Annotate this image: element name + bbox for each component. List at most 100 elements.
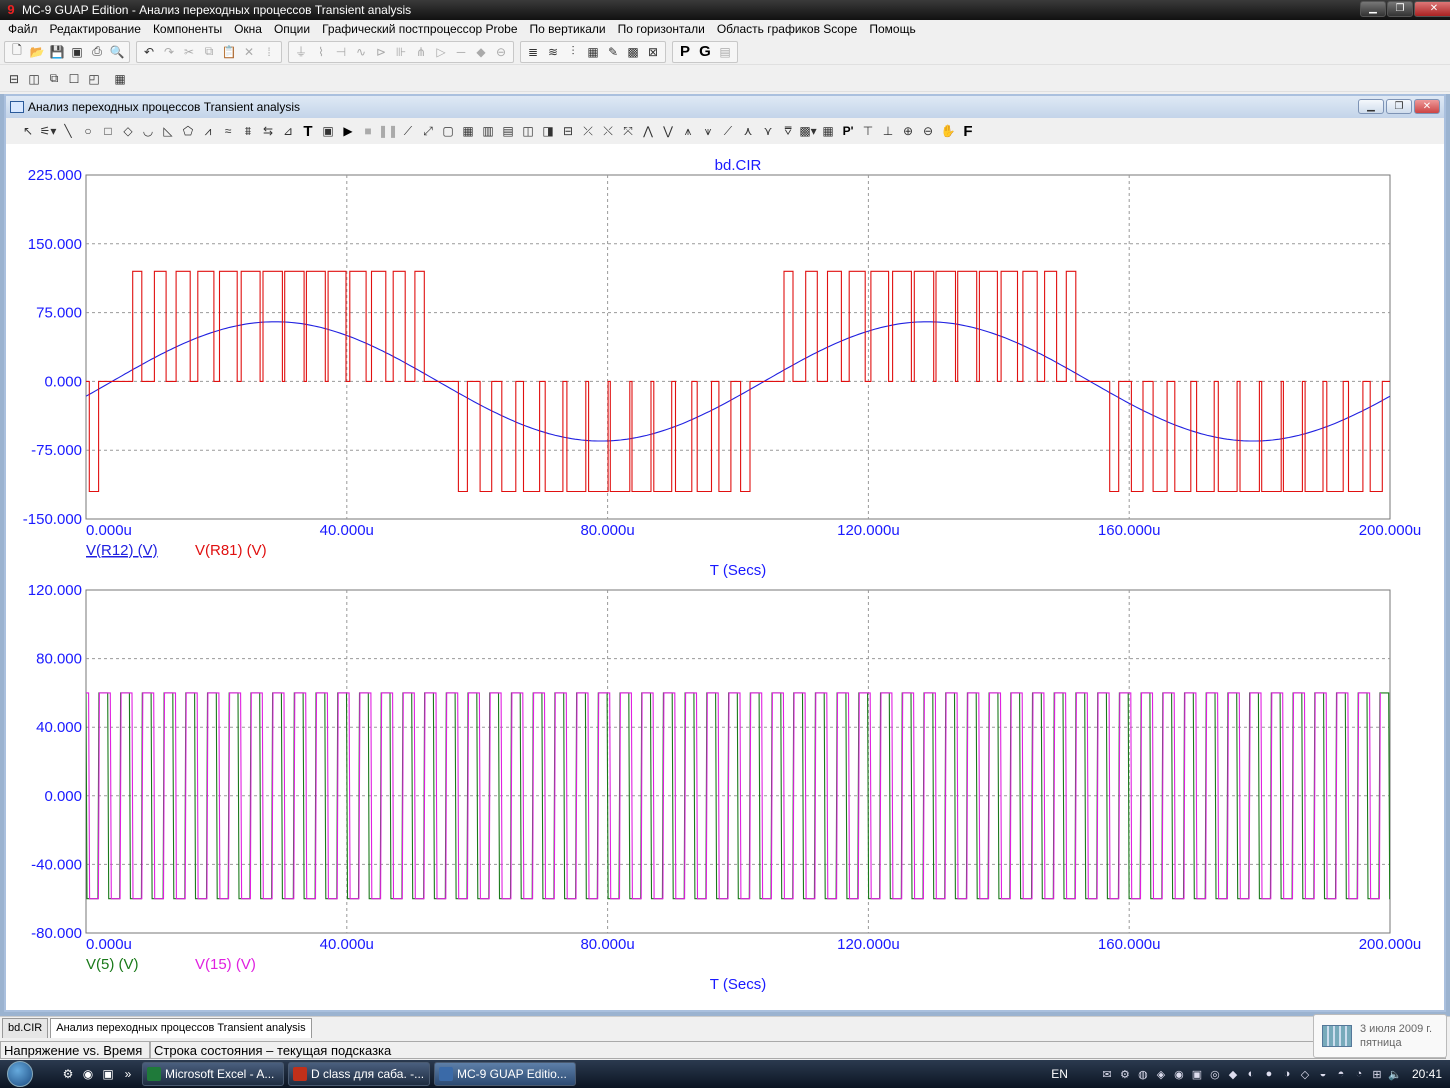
paste-icon[interactable]: 📋	[219, 43, 239, 61]
tray-app14-icon[interactable]: ◔	[1350, 1068, 1368, 1081]
print-preview-icon[interactable]: 🔍	[107, 43, 127, 61]
mail-icon[interactable]: ✉	[1098, 1068, 1116, 1081]
tray-app11-icon[interactable]: ◇	[1296, 1068, 1314, 1081]
tag-right-icon[interactable]: ⊥	[878, 122, 898, 140]
redo-icon[interactable]: ↷	[159, 43, 179, 61]
low-icon[interactable]: ⊿	[278, 122, 298, 140]
triangle-icon[interactable]: ◺	[158, 122, 178, 140]
data-points-icon[interactable]: ◨	[538, 122, 558, 140]
p-probe-icon[interactable]: P'	[838, 122, 858, 140]
global-high-icon[interactable]: ⟋	[718, 122, 738, 140]
undo-icon[interactable]: ↶	[139, 43, 159, 61]
scale-icon[interactable]: ▤	[498, 122, 518, 140]
table-icon[interactable]: ▤	[715, 43, 735, 61]
cascade-icon[interactable]: ⧉	[44, 70, 64, 88]
attribute-icon[interactable]: ✎	[603, 43, 623, 61]
quicklaunch-more-icon[interactable]: »	[118, 1064, 138, 1084]
tray-app7-icon[interactable]: ◆	[1224, 1068, 1242, 1081]
child-minimize-button[interactable]: ▁	[1358, 99, 1384, 114]
tray-app12-icon[interactable]: ◒	[1314, 1068, 1332, 1081]
resistor-icon[interactable]: ⌇	[311, 43, 331, 61]
menu-file[interactable]: Файл	[2, 22, 44, 36]
next-point-icon[interactable]: ⤫	[578, 122, 598, 140]
pin-connections-icon[interactable]: ⫶	[563, 43, 583, 61]
node-icon[interactable]: ◆	[471, 43, 491, 61]
quicklaunch-browser-icon[interactable]: ◉	[78, 1064, 98, 1084]
menu-windows[interactable]: Окна	[228, 22, 268, 36]
probe-icon[interactable]: ⊠	[643, 43, 663, 61]
task-dclass[interactable]: D class для саба. -...	[288, 1062, 430, 1086]
minimize-button[interactable]: ▁	[1360, 1, 1386, 17]
new-file-icon[interactable]: 🗋	[7, 43, 27, 61]
volume-icon[interactable]: 🔈	[1386, 1068, 1404, 1081]
transistor-icon[interactable]: ⋔	[411, 43, 431, 61]
f-icon[interactable]: F	[958, 122, 978, 140]
p-button-icon[interactable]: P	[675, 43, 695, 61]
tray-app3-icon[interactable]: ◈	[1152, 1068, 1170, 1081]
select-arrow-icon[interactable]: ↖	[18, 122, 38, 140]
inductor-icon[interactable]: ∿	[351, 43, 371, 61]
tokens-icon[interactable]: ◫	[518, 122, 538, 140]
peak-icon[interactable]: ≈	[218, 122, 238, 140]
diamond-icon[interactable]: ◇	[118, 122, 138, 140]
tag-left-icon[interactable]: ⊤	[858, 122, 878, 140]
grid-toggle-icon[interactable]: ▦	[458, 122, 478, 140]
quicklaunch-desktop-icon[interactable]: ▣	[98, 1064, 118, 1084]
run-icon[interactable]: ▶	[338, 122, 358, 140]
frame-icon[interactable]: ▢	[438, 122, 458, 140]
wire-icon[interactable]: ─	[451, 43, 471, 61]
diagonal-icon[interactable]: ⤢	[418, 122, 438, 140]
menu-scope[interactable]: Область графиков Scope	[711, 22, 864, 36]
table-view-icon[interactable]: ▦	[818, 122, 838, 140]
g-button-icon[interactable]: G	[695, 43, 715, 61]
child-restore-button[interactable]: ❐	[1386, 99, 1412, 114]
calculator-icon[interactable]: ▦	[110, 70, 130, 88]
tray-app13-icon[interactable]: ◓	[1332, 1068, 1350, 1081]
window-icon[interactable]: ☐	[64, 70, 84, 88]
language-indicator[interactable]: EN	[1051, 1067, 1068, 1081]
marker-icon[interactable]: ⋁	[658, 122, 678, 140]
opamp-icon[interactable]: ▷	[431, 43, 451, 61]
tray-app2-icon[interactable]: ◍	[1134, 1068, 1152, 1081]
diode-icon[interactable]: ⊳	[371, 43, 391, 61]
battery-icon[interactable]: ⊪	[391, 43, 411, 61]
save-icon[interactable]: 💾	[47, 43, 67, 61]
zoom-out-icon[interactable]: ⊖	[918, 122, 938, 140]
tray-app9-icon[interactable]: ●	[1260, 1068, 1278, 1081]
menu-probe[interactable]: Графический постпроцессор Probe	[316, 22, 523, 36]
save-as-icon[interactable]: ▣	[67, 43, 87, 61]
pause-icon[interactable]: ❚❚	[378, 122, 398, 140]
select-dropdown-icon[interactable]: ⚟▾	[38, 122, 58, 140]
task-mc9[interactable]: MC-9 GUAP Editio...	[434, 1062, 576, 1086]
bandwidth-icon[interactable]: ⋀	[638, 122, 658, 140]
top-icon[interactable]: ⋎	[758, 122, 778, 140]
capacitor-icon[interactable]: ⊣	[331, 43, 351, 61]
tray-app6-icon[interactable]: ◎	[1206, 1068, 1224, 1081]
previous-point-icon[interactable]: ⤬	[598, 122, 618, 140]
line-draw-icon[interactable]: ⟋	[398, 122, 418, 140]
menu-help[interactable]: Помощь	[863, 22, 921, 36]
menu-horizontal[interactable]: По горизонтали	[612, 22, 711, 36]
select-all-icon[interactable]: ⁞	[259, 43, 279, 61]
zoom-in-icon[interactable]: ⊕	[898, 122, 918, 140]
open-file-icon[interactable]: 📂	[27, 43, 47, 61]
tab-circuit[interactable]: bd.CIR	[2, 1018, 49, 1038]
task-excel[interactable]: Microsoft Excel - A...	[142, 1062, 284, 1086]
bold-text-icon[interactable]: ▩	[623, 43, 643, 61]
tray-app5-icon[interactable]: ▣	[1188, 1068, 1206, 1081]
text-icon[interactable]: ≣	[523, 43, 543, 61]
polygon-icon[interactable]: ⬠	[178, 122, 198, 140]
delete-icon[interactable]: ✕	[239, 43, 259, 61]
inflection-icon[interactable]: ⤧	[618, 122, 638, 140]
menu-vertical[interactable]: По вертикали	[524, 22, 612, 36]
pan-icon[interactable]: ✋	[938, 122, 958, 140]
window-alt-icon[interactable]: ◰	[84, 70, 104, 88]
peak-find-icon[interactable]: ⩚	[678, 122, 698, 140]
valley-find-icon[interactable]: ⩛	[698, 122, 718, 140]
copy-icon[interactable]: ⧉	[199, 43, 219, 61]
menu-edit[interactable]: Редактирование	[44, 22, 147, 36]
plot-area[interactable]: 225.000 150.000 75.000 0.000 -75.000 -150.000…	[6, 144, 1444, 1010]
line-icon[interactable]: ╲	[58, 122, 78, 140]
child-close-button[interactable]: ✕	[1414, 99, 1440, 114]
network-icon[interactable]: ⊞	[1368, 1068, 1386, 1081]
